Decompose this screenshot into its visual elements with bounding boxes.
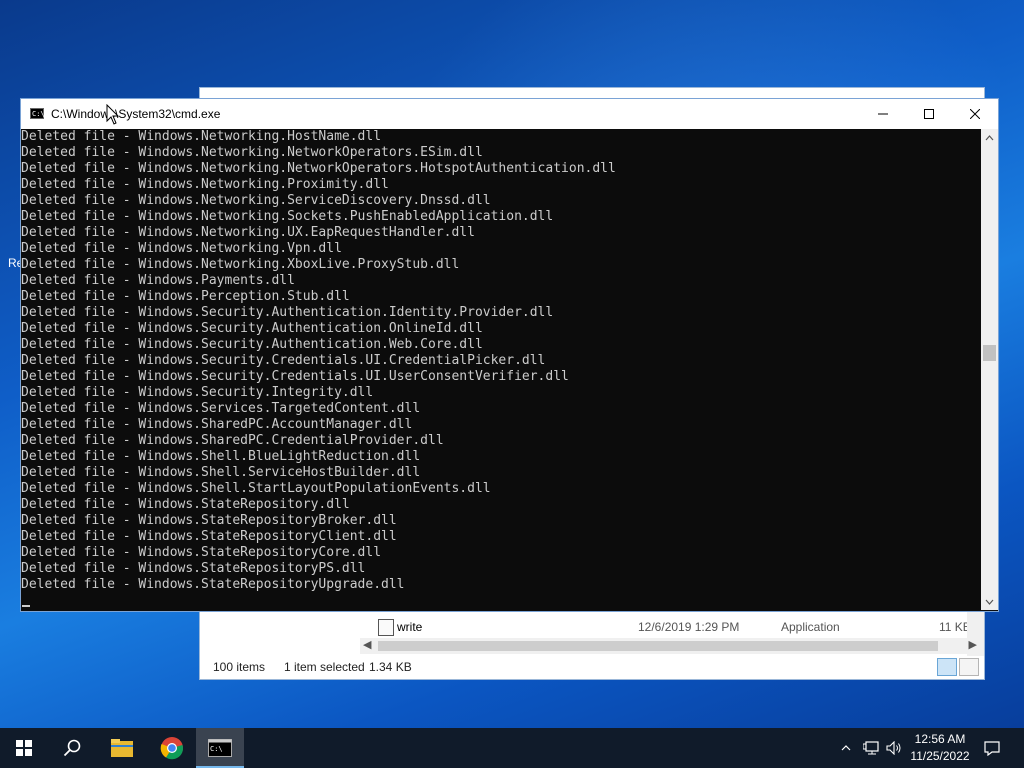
- console-line: Deleted file - Windows.SharedPC.AccountM…: [21, 417, 413, 432]
- console-line: Deleted file - Windows.Shell.BlueLightRe…: [21, 449, 421, 464]
- console-line: Deleted file - Windows.StateRepositoryUp…: [21, 577, 405, 592]
- console-line: Deleted file - Windows.Networking.Servic…: [21, 193, 491, 208]
- taskbar-cmd[interactable]: C:\: [196, 728, 244, 768]
- close-button[interactable]: [952, 99, 998, 129]
- scroll-up-icon[interactable]: [981, 129, 998, 146]
- console-line: Deleted file - Windows.Services.Targeted…: [21, 401, 421, 416]
- cmd-titlebar[interactable]: C:\ C:\Windows\System32\cmd.exe: [21, 99, 998, 129]
- scroll-thumb[interactable]: [378, 641, 938, 651]
- network-icon: [863, 741, 879, 755]
- notification-icon: [984, 740, 1000, 756]
- application-file-icon: [378, 619, 394, 636]
- console-line: Deleted file - Windows.Networking.Socket…: [21, 209, 554, 224]
- explorer-status-bar: 100 items 1 item selected 1.34 KB: [200, 655, 984, 679]
- close-icon: [970, 109, 980, 119]
- console-line: Deleted file - Windows.Perception.Stub.d…: [21, 289, 350, 304]
- chrome-icon: [160, 737, 184, 760]
- console-line: Deleted file - Windows.StateRepositoryCo…: [21, 545, 382, 560]
- scroll-down-icon[interactable]: [981, 593, 998, 610]
- network-tray[interactable]: [861, 728, 881, 768]
- file-date: 12/6/2019 1:29 PM: [638, 620, 740, 634]
- cmd-icon: C:\: [208, 739, 232, 757]
- start-icon: [16, 740, 32, 756]
- taskbar: C:\ 12:56 AM 11/25/2022: [0, 728, 1024, 768]
- console-line: Deleted file - Windows.Security.Authenti…: [21, 321, 483, 336]
- console-line: Deleted file - Windows.Networking.XboxLi…: [21, 257, 460, 272]
- console-line: Deleted file - Windows.SharedPC.Credenti…: [21, 433, 444, 448]
- svg-text:C:\: C:\: [210, 745, 223, 753]
- cmd-window[interactable]: C:\ C:\Windows\System32\cmd.exe Deleted …: [20, 98, 999, 612]
- scroll-left-icon[interactable]: ◀: [363, 638, 371, 651]
- console-line: Deleted file - Windows.Networking.Networ…: [21, 161, 616, 176]
- details-view-icon[interactable]: [937, 658, 957, 676]
- cmd-vertical-scrollbar[interactable]: [981, 129, 998, 610]
- file-name: write: [397, 620, 423, 634]
- start-button[interactable]: [0, 728, 48, 768]
- console-line: Deleted file - Windows.Security.Authenti…: [21, 337, 483, 352]
- selection-size: 1.34 KB: [369, 660, 412, 674]
- large-icons-view-icon[interactable]: [959, 658, 979, 676]
- item-count: 100 items: [213, 660, 266, 674]
- console-line: Deleted file - Windows.Networking.Vpn.dl…: [21, 241, 342, 256]
- file-row[interactable]: write 12/6/2019 1:29 PM Application 11 K…: [375, 618, 975, 636]
- console-line: Deleted file - Windows.Shell.ServiceHost…: [21, 465, 421, 480]
- console-line: Deleted file - Windows.Networking.UX.Eap…: [21, 225, 475, 240]
- console-output[interactable]: Deleted file - Windows.Networking.HostNa…: [21, 129, 981, 610]
- console-line: Deleted file - Windows.Networking.Proxim…: [21, 177, 389, 192]
- taskbar-file-explorer[interactable]: [98, 728, 146, 768]
- chevron-up-icon: [841, 745, 851, 751]
- console-line: Deleted file - Windows.Security.Credenti…: [21, 353, 546, 368]
- console-line: Deleted file - Windows.StateRepository.d…: [21, 497, 350, 512]
- minimize-icon: [878, 113, 888, 115]
- maximize-button[interactable]: [906, 99, 952, 129]
- text-cursor: [22, 605, 30, 607]
- window-title: C:\Windows\System32\cmd.exe: [51, 107, 221, 121]
- show-hidden-icons-button[interactable]: [838, 728, 854, 768]
- scroll-thumb[interactable]: [983, 345, 996, 361]
- console-line: Deleted file - Windows.Security.Credenti…: [21, 369, 569, 384]
- scroll-right-icon[interactable]: ▶: [969, 638, 977, 651]
- search-button[interactable]: [48, 728, 96, 768]
- taskbar-clock[interactable]: 12:56 AM 11/25/2022: [906, 731, 974, 765]
- console-line: Deleted file - Windows.StateRepositoryCl…: [21, 529, 397, 544]
- selection-count: 1 item selected: [284, 660, 365, 674]
- file-type: Application: [781, 620, 840, 634]
- taskbar-chrome[interactable]: [148, 728, 196, 768]
- minimize-button[interactable]: [860, 99, 906, 129]
- console-line: Deleted file - Windows.StateRepositoryBr…: [21, 513, 397, 528]
- console-line: Deleted file - Windows.Security.Integrit…: [21, 385, 374, 400]
- mouse-pointer-icon: [106, 104, 120, 125]
- volume-icon: [886, 741, 901, 755]
- clock-time: 12:56 AM: [914, 732, 966, 746]
- console-line: Deleted file - Windows.StateRepositoryPS…: [21, 561, 366, 576]
- console-line: Deleted file - Windows.Payments.dll: [21, 273, 295, 288]
- search-icon: [63, 739, 81, 757]
- action-center-button[interactable]: [980, 728, 1004, 768]
- console-line: Deleted file - Windows.Security.Authenti…: [21, 305, 554, 320]
- clock-date: 11/25/2022: [910, 749, 970, 763]
- cmd-app-icon: C:\: [30, 108, 45, 119]
- console-line: Deleted file - Windows.Networking.HostNa…: [21, 129, 382, 144]
- console-line: Deleted file - Windows.Shell.StartLayout…: [21, 481, 491, 496]
- maximize-icon: [924, 109, 934, 119]
- console-line: Deleted file - Windows.Networking.Networ…: [21, 145, 483, 160]
- explorer-horizontal-scrollbar[interactable]: ◀ ▶: [360, 638, 980, 654]
- file-explorer-icon: [111, 739, 133, 757]
- volume-tray[interactable]: [884, 728, 904, 768]
